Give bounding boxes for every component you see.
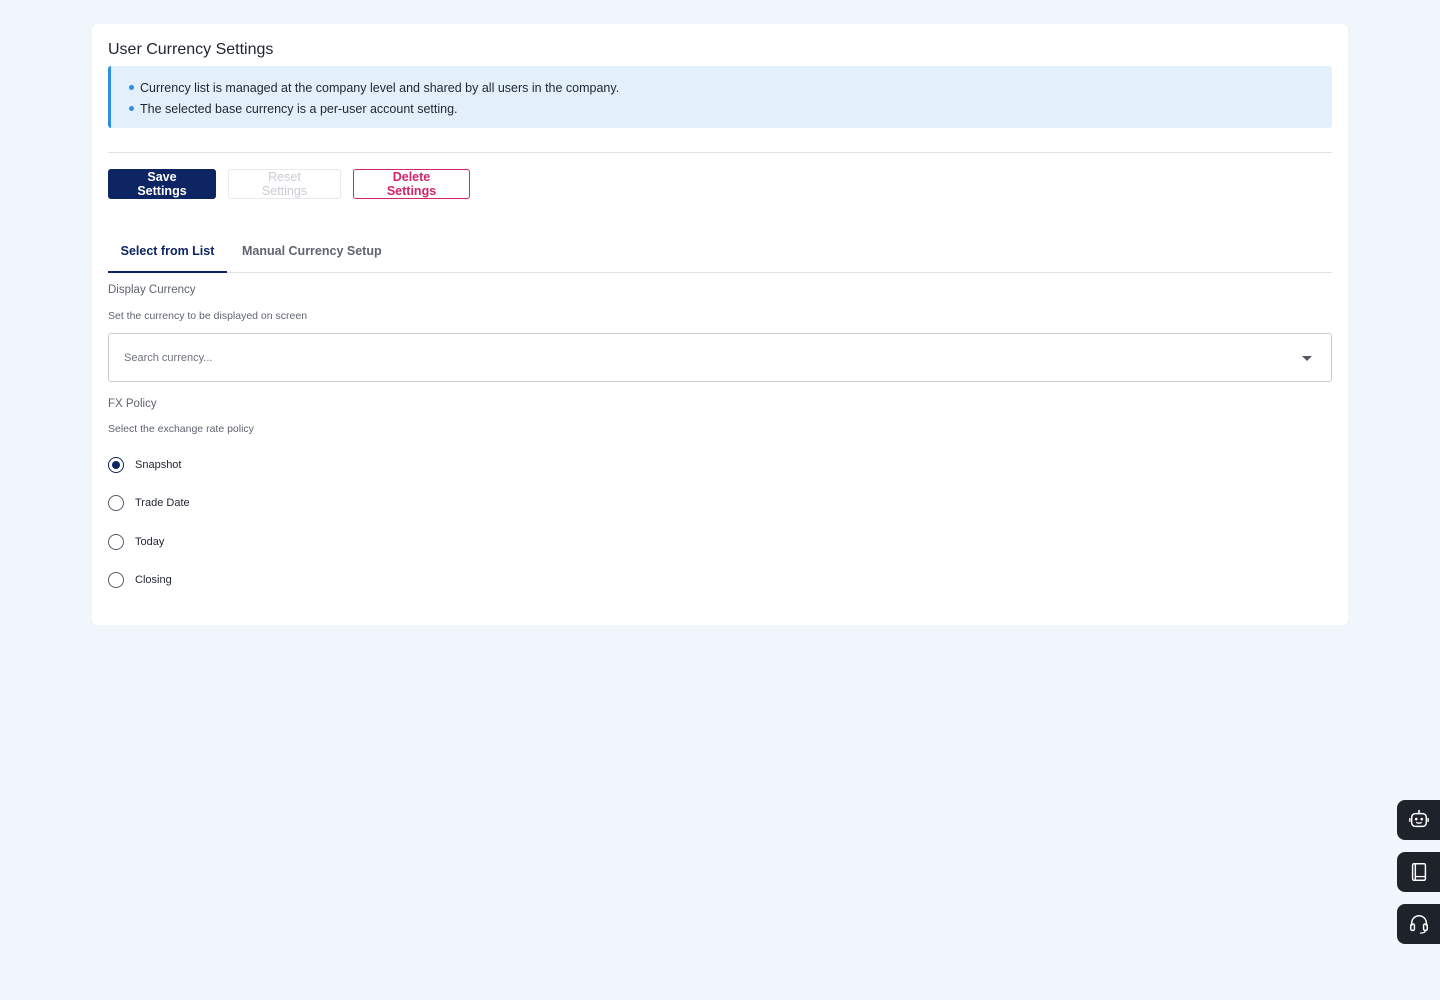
save-settings-button[interactable]: Save Settings: [108, 169, 216, 199]
fx-policy-help: Select the exchange rate policy: [108, 423, 254, 435]
radio-unchecked-icon[interactable]: [108, 572, 124, 588]
reset-settings-button: Reset Settings: [228, 169, 341, 199]
tab-select-from-list[interactable]: Select from List: [108, 231, 227, 273]
info-line: The selected base currency is a per-user…: [129, 98, 1332, 119]
radio-unchecked-icon[interactable]: [108, 534, 124, 550]
chevron-down-icon[interactable]: [1302, 356, 1312, 361]
info-text: The selected base currency is a per-user…: [140, 101, 458, 116]
tab-bar: Select from List Manual Currency Setup: [108, 231, 1332, 273]
notebook-button[interactable]: [1397, 852, 1440, 892]
delete-settings-button[interactable]: Delete Settings: [353, 169, 470, 199]
radio-closing[interactable]: Closing: [108, 571, 172, 589]
display-currency-help: Set the currency to be displayed on scre…: [108, 310, 308, 322]
page-title: User Currency Settings: [108, 41, 274, 58]
assistant-button[interactable]: [1397, 800, 1440, 840]
display-currency-label: Display Currency: [108, 284, 196, 296]
currency-select[interactable]: [108, 333, 1332, 382]
info-text: Currency list is managed at the company …: [140, 80, 620, 95]
radio-trade-date[interactable]: Trade Date: [108, 494, 190, 512]
settings-card: User Currency Settings Currency list is …: [92, 24, 1348, 625]
notebook-icon: [1411, 863, 1426, 881]
radio-label: Snapshot: [135, 459, 182, 471]
bullet-icon: [129, 106, 134, 111]
robot-assistant-icon: [1408, 809, 1429, 828]
info-line: Currency list is managed at the company …: [129, 77, 1332, 98]
currency-search-input[interactable]: [122, 350, 1286, 365]
radio-unchecked-icon[interactable]: [108, 495, 124, 511]
radio-label: Trade Date: [135, 497, 190, 509]
radio-today[interactable]: Today: [108, 533, 164, 551]
radio-checked-icon[interactable]: [108, 457, 124, 473]
bullet-icon: [129, 85, 134, 90]
radio-snapshot[interactable]: Snapshot: [108, 456, 181, 474]
support-button[interactable]: [1397, 904, 1440, 944]
tab-manual-currency-setup[interactable]: Manual Currency Setup: [242, 231, 382, 271]
radio-label: Closing: [135, 574, 172, 586]
radio-label: Today: [135, 536, 165, 548]
info-notice: Currency list is managed at the company …: [108, 66, 1332, 128]
headset-support-icon: [1409, 915, 1428, 934]
fx-policy-label: FX Policy: [108, 398, 157, 410]
section-divider: [108, 152, 1332, 153]
